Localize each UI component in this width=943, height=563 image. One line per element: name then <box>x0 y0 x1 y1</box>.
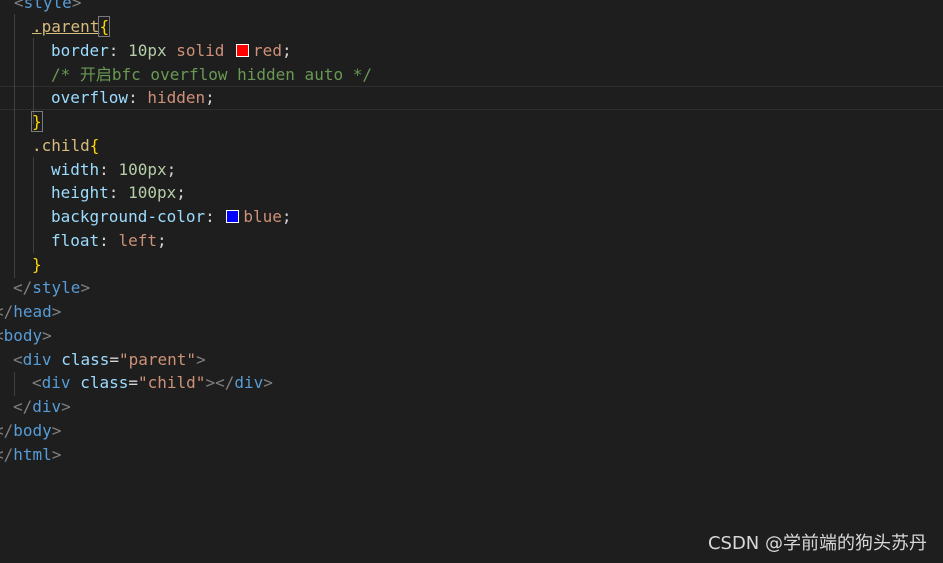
code-line[interactable]: <div class="child"></div> <box>32 371 273 395</box>
tag-name: style <box>23 0 72 12</box>
code-line[interactable]: width: 100px; <box>51 158 176 182</box>
css-value: blue <box>243 207 282 226</box>
code-editor[interactable]: <style> .parent{ border: 10px solid red;… <box>0 0 943 563</box>
css-value: hidden <box>147 88 206 107</box>
tag-name: html <box>13 445 52 464</box>
css-value: left <box>118 231 157 250</box>
html-attribute: class <box>80 373 129 392</box>
code-line[interactable]: /* 开启bfc overflow hidden auto */ <box>51 63 372 87</box>
css-property: width <box>51 160 100 179</box>
code-line[interactable]: </style> <box>13 276 90 300</box>
css-property: overflow <box>51 88 129 107</box>
code-line[interactable]: } <box>31 110 43 134</box>
tag-name: div <box>32 397 62 416</box>
tag-name: div <box>22 350 52 369</box>
css-number: 10px <box>128 41 167 60</box>
css-property: float <box>51 231 100 250</box>
color-swatch-icon[interactable] <box>226 210 240 223</box>
tag-name: body <box>13 421 52 440</box>
tag-name: div <box>41 373 71 392</box>
css-comment: /* 开启bfc overflow hidden auto */ <box>51 65 372 84</box>
code-line[interactable]: height: 100px; <box>51 181 186 205</box>
brace: { <box>89 136 100 155</box>
watermark: CSDN @学前端的狗头苏丹 <box>707 533 927 554</box>
color-swatch-icon[interactable] <box>236 44 250 57</box>
brace: } <box>31 111 43 132</box>
css-property: border <box>51 41 109 60</box>
tag-name: head <box>13 302 52 321</box>
indent-guide <box>14 14 15 278</box>
tag-name: body <box>3 326 43 345</box>
code-line[interactable]: float: left; <box>51 229 167 253</box>
indent-guide <box>14 372 15 396</box>
code-line[interactable]: </body> <box>0 419 61 443</box>
html-string: "child" <box>138 373 206 392</box>
code-line[interactable]: <body> <box>0 324 52 348</box>
css-selector: .child <box>32 136 90 155</box>
code-line[interactable]: .child{ <box>32 134 99 158</box>
code-line[interactable]: </head> <box>0 300 61 324</box>
css-number: 100px <box>128 183 177 202</box>
code-line[interactable]: background-color: blue; <box>51 205 292 229</box>
code-line[interactable]: </div> <box>13 395 71 419</box>
css-value: red <box>253 41 282 60</box>
css-value: solid <box>176 41 225 60</box>
brace: } <box>32 255 42 274</box>
code-line[interactable]: } <box>32 253 42 277</box>
html-string: "parent" <box>119 350 197 369</box>
code-line[interactable]: <div class="parent"> <box>13 348 206 372</box>
css-property: background-color <box>51 207 206 226</box>
code-line[interactable]: </html> <box>0 443 61 467</box>
css-selector: .parent <box>32 17 100 36</box>
tag-name: div <box>234 373 264 392</box>
code-line[interactable]: .parent{ <box>32 15 111 39</box>
code-line[interactable]: border: 10px solid red; <box>51 39 292 63</box>
css-property: height <box>51 183 109 202</box>
css-number: 100px <box>118 160 167 179</box>
tag-name: style <box>32 278 81 297</box>
code-line[interactable]: <style> <box>14 0 81 15</box>
indent-guide <box>33 157 34 253</box>
html-attribute: class <box>61 350 110 369</box>
code-line[interactable]: overflow: hidden; <box>51 86 215 110</box>
brace: { <box>98 16 111 37</box>
